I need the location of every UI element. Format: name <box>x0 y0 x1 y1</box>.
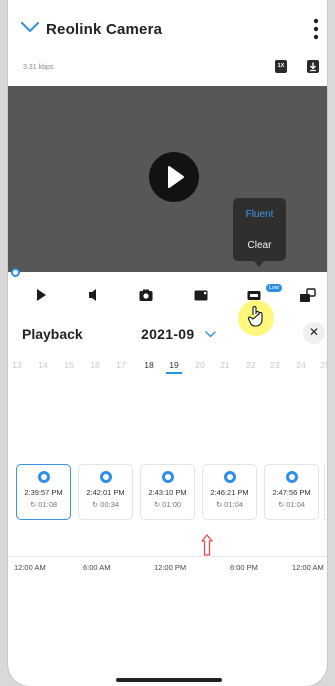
camera-clip-icon <box>100 471 112 483</box>
recording-time: 2:42:01 PM <box>86 488 125 497</box>
timeline-label: 6:00 AM <box>83 563 111 572</box>
bitrate-readout: 3.31 kbps <box>23 64 54 71</box>
recording-card[interactable]: 2:42:01 PM ↻ 00:34 <box>78 464 133 520</box>
playback-label: Playback <box>22 326 83 342</box>
timeline-label: 12:00 AM <box>14 563 46 572</box>
day-item: 13 <box>12 360 22 370</box>
recording-card[interactable]: 2:46:21 PM ↻ 01:04 <box>202 464 257 520</box>
chevron-down-icon[interactable] <box>20 20 40 34</box>
recording-duration-value: 01:04 <box>286 500 306 509</box>
recording-time: 2:39:57 PM <box>24 488 63 497</box>
chevron-down-icon[interactable] <box>205 331 216 338</box>
day-item: 15 <box>64 360 74 370</box>
day-item: 23 <box>270 360 280 370</box>
recording-duration: ↻ 01:04 <box>277 500 306 509</box>
timeline-axis[interactable] <box>8 556 327 557</box>
camera-clip-icon <box>162 471 174 483</box>
recording-duration-value: 00:34 <box>100 500 120 509</box>
play-button[interactable] <box>149 152 199 202</box>
recording-card[interactable]: 2:47:56 PM ↻ 01:04 <box>264 464 319 520</box>
home-indicator[interactable] <box>116 678 222 682</box>
day-item[interactable]: 18 <box>140 360 158 370</box>
progress-handle[interactable] <box>11 268 20 277</box>
play-icon[interactable] <box>33 287 49 303</box>
timeline-label: 12:00 PM <box>154 563 187 572</box>
quality-option-clear[interactable]: Clear <box>233 240 286 251</box>
play-icon <box>168 166 184 188</box>
day-item: 16 <box>90 360 100 370</box>
day-item-selected[interactable]: 19 <box>165 360 183 370</box>
multi-view-icon[interactable] <box>299 287 317 303</box>
recording-card[interactable]: 2:43:10 PM ↻ 01:00 <box>140 464 195 520</box>
day-strip: 13 14 15 16 17 18 19 20 21 22 23 24 25 <box>8 360 327 378</box>
recording-time: 2:47:56 PM <box>272 488 311 497</box>
recording-duration-value: 01:08 <box>38 500 58 509</box>
month-selector[interactable]: 2021-09 <box>141 326 194 342</box>
recording-card[interactable]: 2:39:57 PM ↻ 01:08 <box>16 464 71 520</box>
page-title: Reolink Camera <box>46 21 163 38</box>
recording-duration: ↻ 01:00 <box>153 500 182 509</box>
camera-icon[interactable] <box>138 287 154 303</box>
quality-badge: Low <box>266 284 283 292</box>
record-icon[interactable] <box>193 287 209 303</box>
quality-option-fluent[interactable]: Fluent <box>233 209 286 220</box>
playback-speed-button[interactable]: 1X <box>275 60 287 73</box>
recording-time: 2:43:10 PM <box>148 488 187 497</box>
timeline-label: 12:00 AM <box>292 563 324 572</box>
recording-duration-value: 01:04 <box>224 500 244 509</box>
app-header: Reolink Camera <box>8 0 327 58</box>
recording-duration: ↻ 01:08 <box>29 500 58 509</box>
day-item: 22 <box>246 360 256 370</box>
close-icon: ✕ <box>308 325 320 339</box>
camera-clip-icon <box>38 471 50 483</box>
day-item: 21 <box>220 360 230 370</box>
camera-clip-icon <box>224 471 236 483</box>
download-icon <box>310 62 316 72</box>
recording-duration-value: 01:00 <box>162 500 182 509</box>
camera-clip-icon <box>286 471 298 483</box>
recording-time: 2:46:21 PM <box>210 488 249 497</box>
day-item: 14 <box>38 360 48 370</box>
day-item: 24 <box>296 360 306 370</box>
hand-pointer-icon <box>247 306 263 327</box>
video-player[interactable]: Fluent Clear <box>8 86 327 272</box>
day-item: 20 <box>195 360 205 370</box>
recording-duration: ↻ 01:04 <box>215 500 244 509</box>
day-item: 17 <box>116 360 126 370</box>
timeline-label: 6:00 PM <box>230 563 258 572</box>
menu-caret <box>254 261 264 267</box>
day-item: 25 <box>320 360 327 370</box>
recording-duration: ↻ 00:34 <box>91 500 120 509</box>
close-button[interactable]: ✕ <box>303 322 325 344</box>
download-button[interactable] <box>307 60 319 73</box>
phone-screen: Reolink Camera 3.31 kbps 1X Fluent Clear <box>8 0 327 686</box>
recording-card-partial[interactable]: 2 0 <box>324 464 327 520</box>
timeline-marker-icon[interactable] <box>201 534 213 556</box>
quality-menu: Fluent Clear <box>233 198 286 267</box>
selected-day-indicator <box>166 372 182 374</box>
speaker-icon[interactable] <box>84 287 100 303</box>
more-vertical-icon[interactable] <box>313 18 319 40</box>
